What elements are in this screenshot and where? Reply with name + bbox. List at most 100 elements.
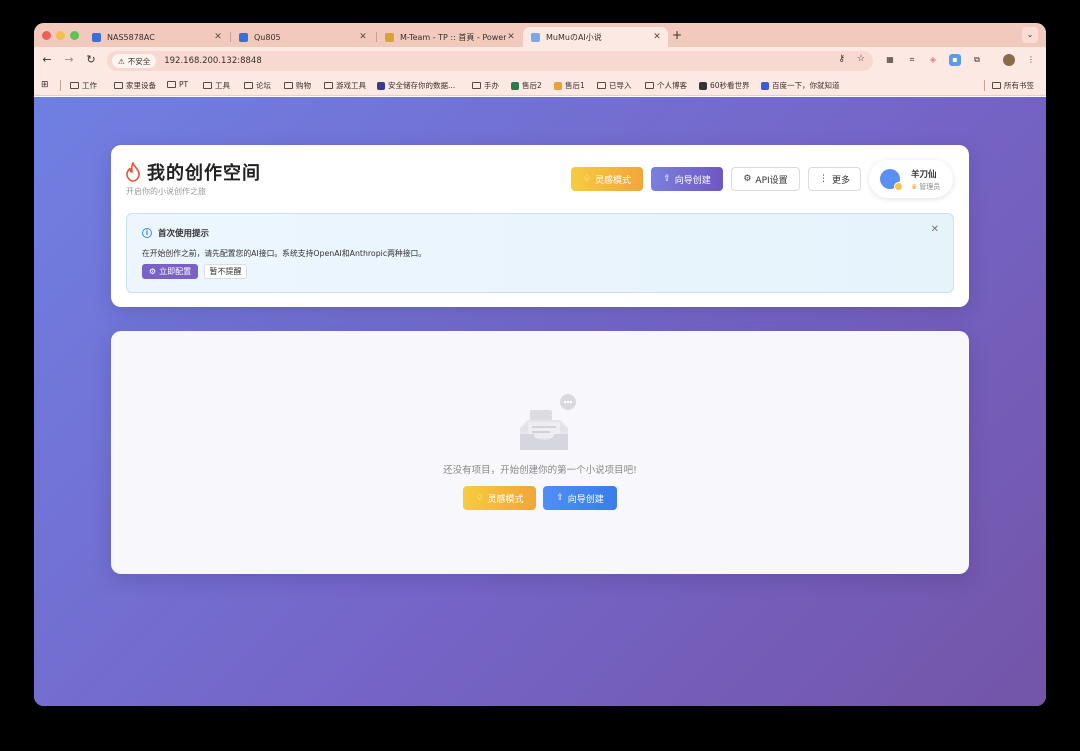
tab-nas[interactable]: NAS5878AC ✕ — [84, 27, 229, 47]
bookmark-label: 安全储存你的数据... — [388, 81, 456, 90]
crown-icon: ♛ — [911, 183, 918, 191]
password-key-icon[interactable]: ⚷ — [838, 54, 845, 64]
bookmark-label: 购物 — [296, 81, 311, 90]
bookmark-shopping[interactable]: 购物 — [284, 80, 311, 91]
profile-avatar-icon[interactable] — [1003, 54, 1015, 66]
extension-blue-icon[interactable]: ▪ — [949, 54, 961, 66]
tab-title: Qu805 — [254, 32, 281, 42]
tab-strip: NAS5878AC ✕ Qu805 ✕ M-Team - TP :: 首頁 - … — [34, 23, 1046, 47]
button-label: 立即配置 — [159, 267, 192, 276]
close-window-button[interactable] — [42, 31, 51, 40]
bookmark-aftersales-1[interactable]: 售后1 — [554, 80, 585, 91]
bookmark-label: 家里设备 — [126, 81, 156, 90]
folder-icon — [244, 82, 253, 89]
security-chip[interactable]: ⚠ 不安全 — [112, 54, 157, 68]
bookmark-label: 售后2 — [522, 81, 542, 90]
close-icon[interactable]: ✕ — [213, 32, 223, 42]
lightbulb-icon: ♢ — [475, 493, 484, 503]
folder-icon — [114, 82, 123, 89]
bookmark-divider — [984, 80, 985, 91]
user-profile-chip[interactable]: 羊刀仙 ♛ 管理员 — [869, 160, 953, 198]
projects-empty-card: 还没有项目，开始创建你的第一个小说项目吧! ♢ 灵感模式 ⇧ 向导创建 — [111, 331, 969, 574]
bookmark-pt[interactable]: PT — [167, 80, 188, 89]
more-vertical-icon: ⋮ — [818, 174, 828, 184]
bookmark-tools[interactable]: 工具 — [203, 80, 230, 91]
bookmark-forum[interactable]: 论坛 — [244, 80, 271, 91]
more-button[interactable]: ⋮ 更多 — [808, 167, 861, 191]
windows-favicon-icon — [554, 81, 562, 90]
inspiration-mode-button[interactable]: ♢ 灵感模式 — [571, 167, 643, 191]
bookmark-secure-storage[interactable]: 安全储存你的数据... — [377, 80, 455, 91]
folder-icon — [284, 82, 293, 89]
forward-arrow-icon[interactable]: → — [62, 53, 76, 66]
mteam-favicon-icon — [385, 32, 394, 42]
browser-menu-icon[interactable]: ⋮ — [1025, 54, 1037, 66]
crown-badge-icon — [894, 182, 903, 191]
close-icon[interactable]: ✕ — [358, 32, 368, 42]
close-icon[interactable]: ✕ — [506, 32, 516, 42]
notice-text: 在开始创作之前，请先配置您的AI接口。系统支持OpenAI和Anthropic两… — [142, 249, 427, 258]
tab-title: M-Team - TP :: 首頁 - Powere — [400, 32, 506, 42]
configure-now-button[interactable]: ⚙ 立即配置 — [142, 264, 198, 279]
tab-search-chevron-icon[interactable]: ⌄ — [1022, 27, 1038, 43]
close-icon[interactable]: ✕ — [931, 224, 939, 235]
tab-mteam[interactable]: M-Team - TP :: 首頁 - Powere ✕ — [377, 27, 522, 47]
bookmark-label: 工具 — [215, 81, 230, 90]
bookmark-star-icon[interactable]: ☆ — [857, 54, 865, 64]
lightbulb-icon: ♢ — [582, 174, 592, 184]
bookmark-60s-world[interactable]: 60秒看世界 — [699, 80, 750, 91]
inspiration-mode-button[interactable]: ♢ 灵感模式 — [463, 486, 536, 510]
minimize-window-button[interactable] — [56, 31, 65, 40]
extension-pink-icon[interactable]: ◈ — [927, 54, 939, 66]
extensions-puzzle-icon[interactable]: ⧉ — [971, 54, 983, 66]
close-icon[interactable]: ✕ — [652, 32, 662, 42]
bookmark-imported[interactable]: 已导入 — [597, 80, 632, 91]
bookmark-label: 售后1 — [565, 81, 585, 90]
bookmark-aftersales-2[interactable]: 售后2 — [511, 80, 542, 91]
omnibox-icons: ⚷ ☆ — [838, 54, 865, 64]
user-name: 羊刀仙 — [911, 170, 937, 180]
extension-store-icon[interactable]: ▦ — [884, 54, 896, 66]
wizard-create-button[interactable]: ⇧ 向导创建 — [543, 486, 617, 510]
first-use-notice: i 首次使用提示 ✕ 在开始创作之前，请先配置您的AI接口。系统支持OpenAI… — [126, 213, 954, 293]
bookmark-baidu[interactable]: 百度一下，你就知道 — [761, 80, 840, 91]
nas-favicon-icon — [92, 32, 101, 42]
folder-icon — [167, 81, 176, 88]
extension-crop-icon[interactable]: ⌗ — [906, 54, 918, 66]
all-bookmarks[interactable]: 所有书签 — [992, 80, 1034, 91]
bookmark-label: 60秒看世界 — [710, 81, 750, 90]
tab-title: MuMuのAI小说 — [546, 32, 602, 42]
bookmark-work[interactable]: 工作 — [70, 80, 97, 91]
address-bar[interactable]: ⚠ 不安全 192.168.200.132:8848 ⚷ ☆ — [107, 51, 873, 71]
bookmark-game-tools[interactable]: 游戏工具 — [324, 80, 366, 91]
user-role: ♛ 管理员 — [911, 182, 940, 192]
browser-toolbar: ← → ↻ ⚠ 不安全 192.168.200.132:8848 ⚷ ☆ ▦ ⌗… — [34, 47, 1046, 75]
bookmark-label: 百度一下，你就知道 — [772, 81, 840, 90]
new-tab-button[interactable]: + — [672, 28, 682, 42]
browser-window: NAS5878AC ✕ Qu805 ✕ M-Team - TP :: 首頁 - … — [34, 23, 1046, 706]
tab-qu805[interactable]: Qu805 ✕ — [231, 27, 374, 47]
back-arrow-icon[interactable]: ← — [40, 53, 54, 66]
gear-icon: ⚙ — [743, 174, 752, 184]
bookmark-home-devices[interactable]: 家里设备 — [114, 80, 156, 91]
site-favicon-icon — [699, 81, 707, 90]
maximize-window-button[interactable] — [70, 31, 79, 40]
reload-icon[interactable]: ↻ — [84, 53, 98, 66]
tab-mumu-ai-novel[interactable]: MuMuのAI小说 ✕ — [523, 27, 668, 47]
bookmark-figures[interactable]: 手办 — [472, 80, 499, 91]
flame-icon — [126, 162, 140, 182]
bookmark-personal-blog[interactable]: 个人博客 — [645, 80, 687, 91]
dont-remind-button[interactable]: 暂不提醒 — [204, 264, 247, 279]
button-label: 灵感模式 — [595, 175, 632, 186]
tab-title: NAS5878AC — [107, 32, 155, 42]
apps-grid-icon[interactable]: ⊞ — [41, 80, 49, 90]
api-settings-button[interactable]: ⚙ API设置 — [731, 167, 800, 191]
user-role-label: 管理员 — [919, 183, 941, 191]
page-title-row: 我的创作空间 — [125, 159, 261, 185]
bookmark-label: 游戏工具 — [336, 81, 366, 90]
wizard-create-button[interactable]: ⇧ 向导创建 — [651, 167, 723, 191]
header-card: 我的创作空间 开启你的小说创作之旅 ♢ 灵感模式 ⇧ 向导创建 ⚙ API设置 … — [111, 145, 969, 307]
folder-icon — [203, 82, 212, 89]
button-label: 向导创建 — [674, 175, 711, 186]
bookmark-label: 个人博客 — [657, 81, 687, 90]
